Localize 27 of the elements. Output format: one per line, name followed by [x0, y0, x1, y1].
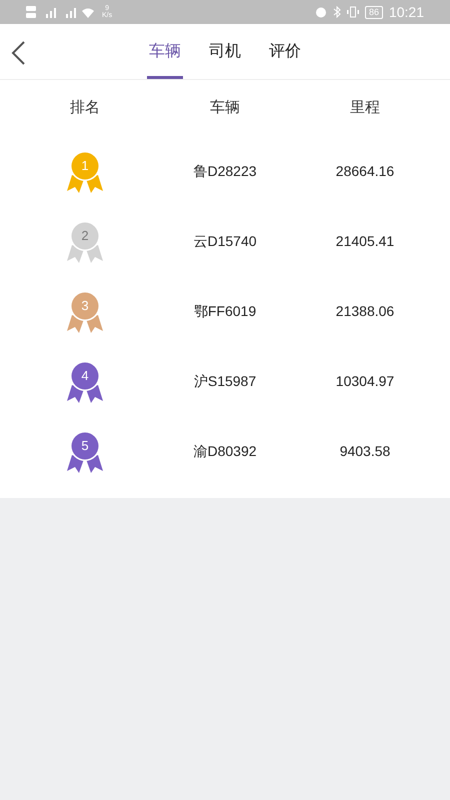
mileage-cell-text: 28664.16 [334, 162, 396, 180]
mileage-cell-text: 21405.41 [334, 232, 396, 250]
column-header: 里程 [349, 98, 381, 118]
battery-level: 86 [364, 6, 383, 18]
vehicle-cell-text: 鄂FF6019 [192, 302, 258, 320]
clock: 10:21 [388, 2, 424, 22]
vibrate-icon [346, 6, 359, 18]
vehicle-cell-text: 渝D80392 [192, 442, 258, 460]
vehicle-cell-text: 鲁D28223 [192, 162, 258, 180]
back-icon[interactable] [10, 40, 26, 66]
vehicle-cell-text: 沪S15987 [192, 372, 258, 390]
bluetooth-icon [332, 6, 341, 18]
vehicle-cell-text: 云D15740 [192, 232, 258, 250]
signal-icon [26, 5, 96, 19]
mileage-cell-text: 10304.97 [334, 372, 396, 390]
tab[interactable]: 司机 [207, 24, 243, 79]
column-header: 车辆 [209, 98, 241, 118]
column-header: 排名 [69, 98, 101, 118]
tab[interactable]: 评价 [267, 24, 303, 79]
medal-badge: 3 [64, 289, 106, 333]
medal-badge: 4 [64, 359, 106, 403]
medal-badge: 1 [64, 149, 106, 193]
medal-badge: 2 [64, 219, 106, 263]
mileage-cell-text: 21388.06 [334, 302, 396, 320]
mileage-cell-text: 9403.58 [338, 442, 392, 460]
medal-badge: 5 [64, 429, 106, 473]
tab[interactable]: 车辆 [147, 24, 183, 79]
